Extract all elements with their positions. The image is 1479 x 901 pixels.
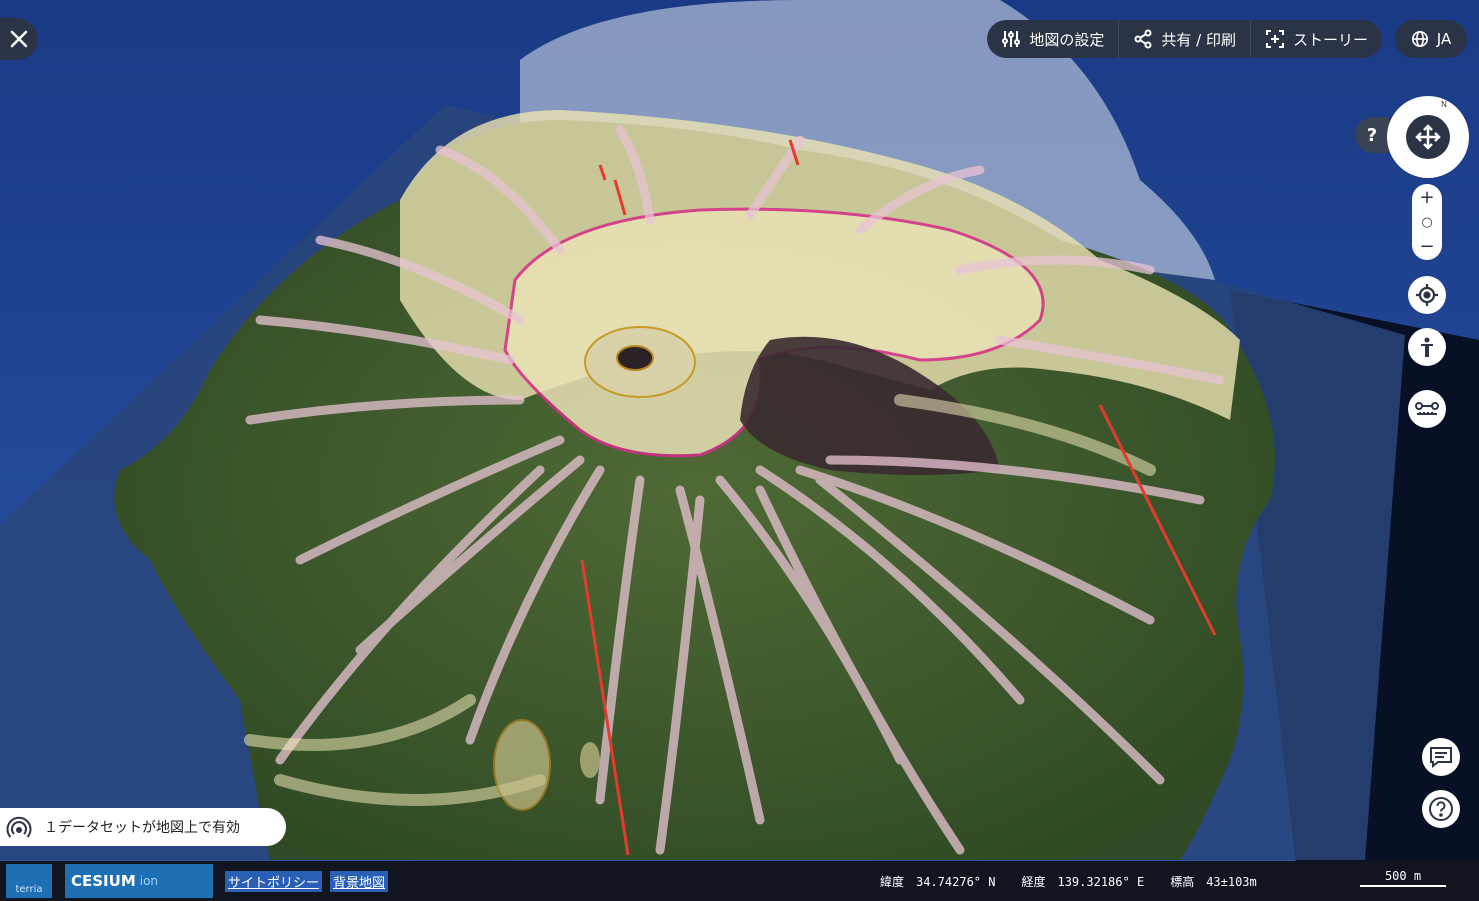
language-label: JA: [1436, 30, 1452, 48]
zoom-controls: + ○ −: [1412, 184, 1442, 260]
story-button[interactable]: ストーリー: [1249, 20, 1382, 58]
elevation-readout: 標高 43±103m: [1170, 874, 1257, 889]
compass-north-label: N: [1441, 100, 1447, 109]
status-bar: terria CESIUM ion サイトポリシー 背景地図 緯度 34.742…: [0, 861, 1479, 901]
crater-pit: [616, 345, 654, 371]
zoom-in-button[interactable]: +: [1419, 188, 1434, 207]
story-icon: [1265, 30, 1284, 48]
cesium-ion-logo[interactable]: CESIUM ion: [65, 864, 213, 898]
sliders-icon: [1002, 31, 1021, 47]
zoom-out-button[interactable]: −: [1419, 237, 1434, 256]
parasitic-cone: [580, 742, 600, 778]
compass[interactable]: N: [1387, 96, 1469, 178]
crosshair-icon: [1416, 284, 1438, 306]
terria-logo[interactable]: terria: [6, 864, 52, 898]
latitude-readout: 緯度 34.74276° N: [880, 874, 996, 889]
scale-label: 500 m: [1384, 869, 1422, 883]
ruler-icon: [1415, 402, 1439, 415]
parasitic-cone: [493, 719, 551, 811]
longitude-readout: 経度 139.32186° E: [1021, 874, 1145, 889]
site-policy-link[interactable]: サイトポリシー: [225, 870, 323, 892]
close-icon: [10, 30, 28, 48]
signal-icon: [6, 816, 32, 838]
globe-icon: [1411, 30, 1428, 48]
map-settings-button[interactable]: 地図の設定: [987, 20, 1118, 58]
share-print-label: 共有 / 印刷: [1161, 30, 1236, 49]
feedback-button[interactable]: [1422, 738, 1460, 776]
measure-tool-button[interactable]: [1408, 390, 1446, 428]
scale-bar: 500 m: [1360, 869, 1446, 887]
share-print-button[interactable]: 共有 / 印刷: [1118, 20, 1250, 58]
scale-bar-line: [1360, 885, 1446, 887]
active-datasets-label: １データセットが地図上で有効: [44, 820, 240, 836]
story-label: ストーリー: [1292, 30, 1368, 49]
zoom-reset-button[interactable]: ○: [1421, 216, 1432, 229]
basemap-link[interactable]: 背景地図: [330, 870, 389, 892]
cursor-coordinates: 緯度 34.74276° N 経度 139.32186° E 標高 43±103…: [880, 861, 1257, 901]
map-view[interactable]: [0, 0, 1479, 901]
cesium-logo-text: CESIUM: [71, 872, 136, 890]
top-toolbar: 地図の設定 共有 / 印刷 ストーリー: [987, 20, 1382, 58]
navigation-help-button[interactable]: ?: [1355, 117, 1389, 153]
cesium-ion-text: ion: [139, 874, 159, 888]
pedestrian-mode-button[interactable]: [1408, 328, 1446, 366]
move-icon: [1415, 124, 1441, 150]
help-icon: [1429, 797, 1453, 821]
language-button[interactable]: JA: [1395, 20, 1467, 58]
share-icon: [1134, 29, 1152, 49]
help-button[interactable]: [1422, 790, 1460, 828]
active-datasets-button[interactable]: １データセットが地図上で有効: [0, 808, 286, 846]
my-location-button[interactable]: [1408, 276, 1446, 314]
person-icon: [1421, 337, 1433, 357]
chat-icon: [1430, 747, 1452, 768]
map-settings-label: 地図の設定: [1029, 30, 1105, 49]
